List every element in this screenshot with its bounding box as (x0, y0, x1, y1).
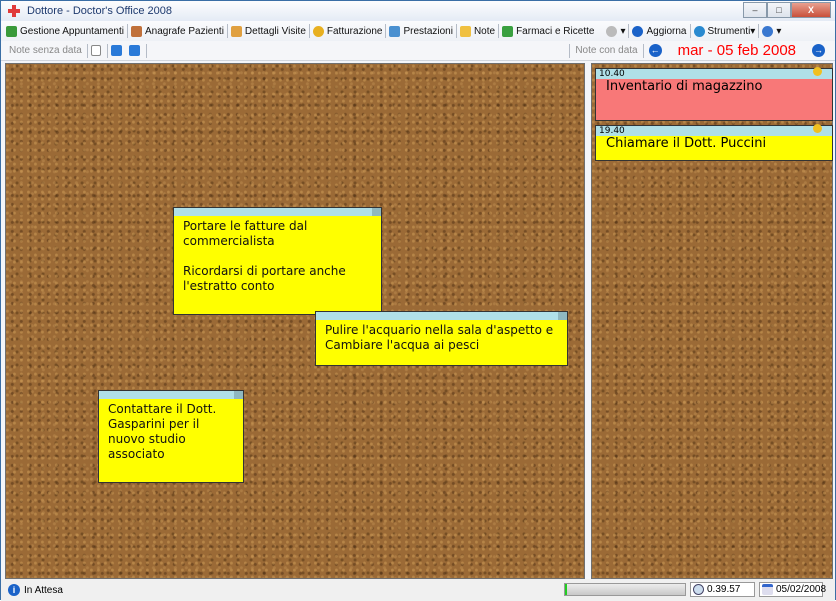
status-bar: i In Attesa 0.39.57 05/02/2008 (1, 579, 835, 601)
medical-icon (389, 25, 401, 37)
sort-button-2[interactable] (127, 42, 145, 60)
users-icon (130, 25, 142, 37)
clock-field: 0.39.57 (690, 582, 755, 597)
search-icon (606, 25, 618, 37)
note-text: Pulire l'acquario nella sala d'aspetto e… (325, 323, 554, 352)
note-time: 19.40 (599, 126, 625, 136)
toolbar-label: Farmaci e Ricette (516, 25, 595, 37)
board-note[interactable]: Contattare il Dott. Gasparini per il nuo… (98, 390, 244, 483)
toolbar-aggiorna[interactable]: Aggiorna (630, 22, 688, 40)
current-date: mar - 05 feb 2008 (677, 42, 796, 59)
prev-day-button[interactable]: ← (648, 44, 662, 57)
coin-icon (312, 25, 324, 37)
toolbar-anagrafe-pazienti[interactable]: Anagrafe Pazienti (129, 22, 226, 40)
pin-icon (813, 67, 822, 76)
close-button[interactable]: X (791, 2, 831, 18)
tools-icon (693, 25, 705, 37)
help-icon (762, 25, 774, 37)
app-window: Dottore - Doctor's Office 2008 – □ X Ges… (0, 0, 836, 601)
undated-notes-board: Portare le fatture dal commercialista Ri… (5, 63, 585, 579)
board-note[interactable]: Pulire l'acquario nella sala d'aspetto e… (315, 311, 568, 366)
toolbar-label: Strumenti (707, 25, 751, 37)
app-cross-icon (7, 4, 21, 18)
book-icon (6, 25, 17, 37)
sort-button-1[interactable] (109, 42, 127, 60)
toolbar-label: Gestione Appuntamenti (20, 25, 124, 37)
toolbar-gestione-appuntamenti[interactable]: Gestione Appuntamenti (4, 22, 126, 40)
note-icon (459, 25, 471, 37)
clock-icon (693, 584, 704, 595)
dated-notes-board: 10.40 Inventario di magazzino 19.40 Chiama… (591, 63, 833, 579)
status-date: 05/02/2008 (776, 584, 827, 595)
search-dropdown-button[interactable]: ▾ (604, 22, 627, 40)
new-note-button[interactable] (89, 42, 106, 60)
toolbar-label: Fatturazione (326, 25, 383, 37)
notes-toolbar: Note senza data Note con data ← mar - 05… (1, 41, 835, 61)
undated-notes-label: Note senza data (9, 45, 82, 56)
toolbar-farmaci-e-ricette[interactable]: Farmaci e Ricette (500, 22, 596, 40)
note-text: Inventario di magazzino (606, 79, 763, 94)
clock-time: 0.39.57 (707, 584, 741, 595)
toolbar-label: Note (473, 25, 496, 37)
date-field: 05/02/2008 (759, 582, 827, 597)
minimize-button[interactable]: – (743, 2, 767, 18)
prescription-icon (502, 25, 514, 37)
refresh-icon (632, 25, 644, 37)
dated-note[interactable]: 19.40 Chiamare il Dott. Puccini (595, 124, 833, 161)
toolbar-strumenti[interactable]: Strumenti ▾ (692, 22, 758, 40)
note-time: 10.40 (599, 69, 625, 79)
toolbar-prestazioni[interactable]: Prestazioni (387, 22, 454, 40)
main-toolbar: Gestione Appuntamenti Anagrafe Pazienti De… (1, 21, 835, 41)
toolbar-label: Aggiorna (646, 25, 687, 37)
sort-down-icon (128, 45, 140, 56)
clipboard-icon (230, 25, 242, 37)
pin-icon (813, 124, 822, 133)
calendar-icon (762, 584, 773, 595)
toolbar-fatturazione[interactable]: Fatturazione (311, 22, 385, 40)
status-text: In Attesa (24, 584, 63, 596)
note-text: Contattare il Dott. Gasparini per il nuo… (108, 402, 217, 461)
info-icon: i (8, 584, 20, 596)
progress-bar (564, 583, 686, 596)
next-day-button[interactable]: → (812, 44, 825, 57)
toolbar-note[interactable]: Note (458, 22, 497, 40)
title-bar: Dottore - Doctor's Office 2008 – □ X (1, 1, 835, 21)
dated-note[interactable]: 10.40 Inventario di magazzino (595, 67, 833, 121)
new-document-icon (90, 45, 101, 56)
sort-down-icon (110, 45, 122, 56)
toolbar-dettagli-visite[interactable]: Dettagli Visite (229, 22, 308, 40)
note-text: Chiamare il Dott. Puccini (606, 136, 767, 151)
maximize-button[interactable]: □ (767, 2, 791, 18)
toolbar-label: Dettagli Visite (244, 25, 306, 37)
help-button[interactable]: ▾ (760, 22, 783, 40)
dated-notes-label: Note con data (575, 45, 638, 56)
window-title: Dottore - Doctor's Office 2008 (27, 5, 172, 17)
toolbar-label: Prestazioni (403, 25, 453, 37)
toolbar-label: Anagrafe Pazienti (144, 25, 224, 37)
board-note[interactable]: Portare le fatture dal commercialista Ri… (173, 207, 382, 315)
note-text: Portare le fatture dal commercialista Ri… (183, 219, 346, 293)
